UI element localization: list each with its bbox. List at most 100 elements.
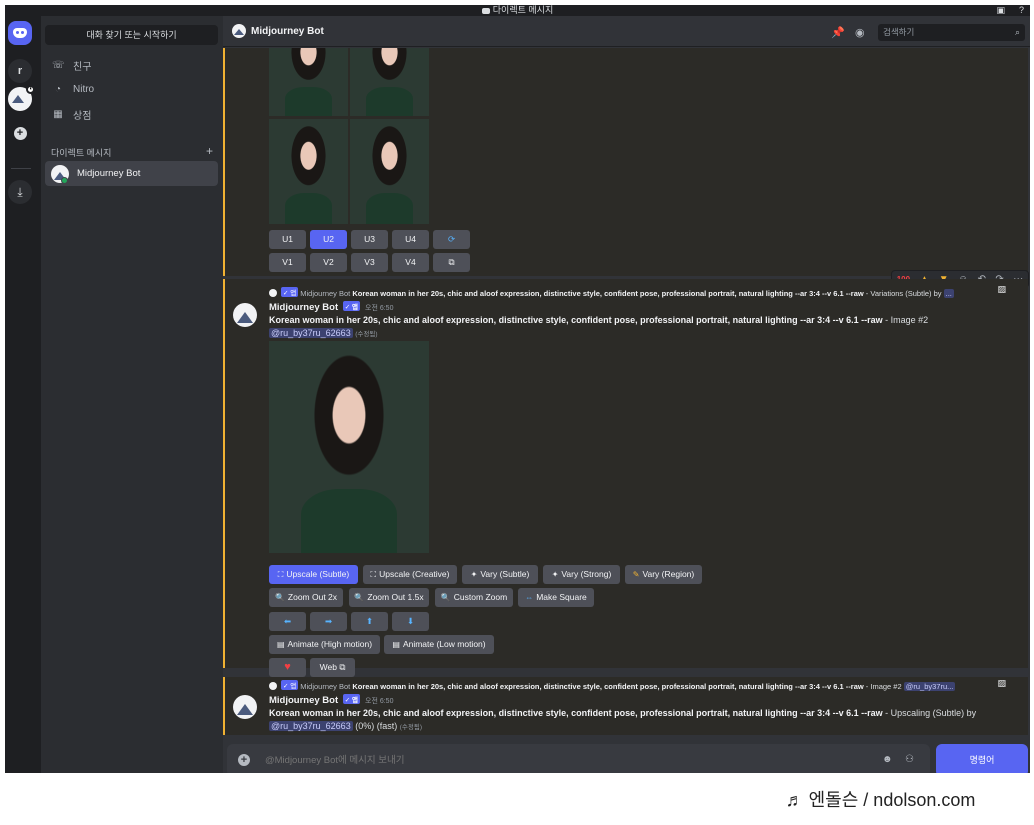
expand-icon: ⛶ bbox=[277, 570, 284, 579]
v4-button[interactable]: V4 bbox=[392, 253, 429, 272]
server-rail: r ◖ + ⤓ bbox=[5, 16, 41, 773]
message-composer: + ☻ ⚇ bbox=[227, 744, 930, 773]
magnifier-icon: 🔍 bbox=[274, 593, 285, 602]
author-avatar[interactable] bbox=[233, 695, 257, 719]
external-link-button[interactable]: ⧉ bbox=[433, 253, 470, 272]
left-right-arrow-icon: ⇔ bbox=[525, 593, 534, 602]
attach-plus-icon[interactable]: + bbox=[238, 754, 250, 766]
create-dm-plus-icon[interactable]: + bbox=[206, 144, 213, 158]
help-icon[interactable]: ? bbox=[1019, 5, 1024, 15]
pan-right-button[interactable]: ➡ bbox=[310, 612, 347, 631]
v3-button[interactable]: V3 bbox=[351, 253, 388, 272]
discord-window: 다이렉트 메시지 ▣? r ◖ + ⤓ 대화 찾기 또는 시작하기 ☏ 친구 ◔ N… bbox=[5, 5, 1030, 773]
vary-subtle-button[interactable]: ✦ Vary (Subtle) bbox=[462, 565, 538, 584]
custom-zoom-button[interactable]: 🔍 Custom Zoom bbox=[435, 588, 513, 607]
zoom-out-1-5x-button[interactable]: 🔍 Zoom Out 1.5x bbox=[349, 588, 429, 607]
window-title: 다이렉트 메시지 bbox=[492, 5, 554, 15]
nav-shop[interactable]: ▦ 상점 bbox=[45, 103, 218, 125]
magnifier-icon: 🔍 bbox=[440, 593, 451, 602]
magic-wand-icon: ✦ bbox=[470, 570, 478, 579]
discord-small-icon bbox=[481, 7, 490, 14]
download-apps-button[interactable]: ⤓ bbox=[8, 180, 32, 204]
reroll-button[interactable]: ⟳ bbox=[433, 230, 470, 249]
arrow-left-icon: ⬅ bbox=[283, 616, 292, 626]
pin-icon[interactable]: 📌 bbox=[831, 26, 845, 39]
v1-button[interactable]: V1 bbox=[269, 253, 306, 272]
favorite-button[interactable]: ♥ bbox=[269, 658, 306, 677]
friends-icon: ☏ bbox=[52, 59, 65, 71]
pan-up-button[interactable]: ⬆ bbox=[351, 612, 388, 631]
author-avatar[interactable] bbox=[233, 303, 257, 327]
grid-image-1[interactable] bbox=[269, 48, 348, 116]
arrow-up-icon: ⬆ bbox=[365, 616, 374, 626]
message-text: Korean woman in her 20s, chic and aloof … bbox=[269, 315, 929, 325]
vary-region-button[interactable]: ✎ Vary (Region) bbox=[625, 565, 702, 584]
ref-avatar bbox=[269, 682, 277, 690]
message-image-2: ✓ 앱 Midjourney Bot Korean woman in her 20… bbox=[223, 279, 1028, 677]
reply-reference[interactable]: ✓ 앱 Midjourney Bot Korean woman in her 20… bbox=[269, 287, 999, 298]
arrow-down-icon: ⬇ bbox=[406, 616, 415, 626]
dm-item-midjourney-bot[interactable]: Midjourney Bot bbox=[45, 161, 218, 186]
server-r[interactable]: r bbox=[8, 59, 32, 83]
channel-title: Midjourney Bot bbox=[251, 25, 324, 37]
dm-section-header: 다이렉트 메시지 + bbox=[51, 144, 213, 158]
animate-high-button[interactable]: ▤ Animate (High motion) bbox=[269, 635, 380, 654]
make-square-button[interactable]: ⇔ Make Square bbox=[518, 588, 594, 607]
u1-button[interactable]: U1 bbox=[269, 230, 306, 249]
upscaled-image[interactable] bbox=[269, 341, 429, 553]
online-status-icon bbox=[61, 177, 68, 184]
add-friend-icon[interactable]: ◉ bbox=[855, 26, 865, 39]
animate-low-button[interactable]: ▤ Animate (Low motion) bbox=[384, 635, 494, 654]
magnifier-icon: 🔍 bbox=[354, 593, 365, 602]
title-bar: 다이렉트 메시지 ▣? bbox=[5, 5, 1030, 16]
nav-nitro[interactable]: ◔ Nitro bbox=[45, 78, 218, 100]
commands-button[interactable]: 명령어 bbox=[936, 744, 1028, 773]
image-grid[interactable] bbox=[269, 48, 429, 224]
reply-reference[interactable]: ✓ 앱 Midjourney Bot Korean woman in her 20… bbox=[269, 680, 999, 691]
image-icon: ▨ bbox=[997, 284, 1006, 294]
inbox-icon[interactable]: ▣ bbox=[996, 5, 1005, 15]
heart-icon: ♥ bbox=[284, 661, 291, 673]
zoom-out-2x-button[interactable]: 🔍 Zoom Out 2x bbox=[269, 588, 343, 607]
shop-icon: ▦ bbox=[53, 108, 63, 120]
header-search-input[interactable]: 검색하기 ⌕ bbox=[878, 24, 1025, 41]
arrow-right-icon: ➡ bbox=[324, 616, 333, 626]
conversation-search-button[interactable]: 대화 찾기 또는 시작하기 bbox=[45, 25, 218, 45]
web-button[interactable]: Web ⧉ bbox=[310, 658, 355, 677]
mention-line: @ru_by37ru_62663 (0%) (fast) (수정됨) bbox=[269, 721, 422, 731]
u2-button[interactable]: U2 bbox=[310, 230, 347, 249]
author-line: Midjourney Bot ✓ 앱 오전 6:50 bbox=[269, 301, 394, 313]
dm-sidebar: 대화 찾기 또는 시작하기 ☏ 친구 ◔ Nitro ▦ 상점 다이렉트 메시지 + M… bbox=[41, 16, 223, 773]
chat-main: Midjourney Bot 📌 ◉ 검색하기 ⌕ U1 U2 U3 U4 ⟳ V… bbox=[223, 16, 1030, 773]
grid-image-2[interactable] bbox=[350, 48, 429, 116]
u3-button[interactable]: U3 bbox=[351, 230, 388, 249]
search-icon: ⌕ bbox=[1014, 27, 1020, 37]
home-button[interactable] bbox=[8, 21, 32, 45]
external-link-icon: ⧉ bbox=[448, 257, 455, 267]
watermark: ♬ 엔돌슨 / ndolson.com bbox=[731, 782, 1030, 818]
plus-icon: + bbox=[13, 126, 27, 140]
notification-badge: ◖ bbox=[26, 85, 35, 94]
grid-image-3[interactable] bbox=[269, 119, 348, 224]
refresh-icon: ⟳ bbox=[447, 234, 456, 244]
expand-icon: ⛶ bbox=[370, 570, 377, 579]
message-input[interactable] bbox=[265, 744, 825, 773]
download-icon: ⤓ bbox=[17, 184, 23, 199]
message-list[interactable]: U1 U2 U3 U4 ⟳ V1 V2 V3 V4 ⧉ 100 ▲ ▼ ☺ ↶ … bbox=[223, 48, 1030, 735]
pan-left-button[interactable]: ⬅ bbox=[269, 612, 306, 631]
v2-button[interactable]: V2 bbox=[310, 253, 347, 272]
add-server-button[interactable]: + bbox=[8, 121, 32, 145]
vary-strong-button[interactable]: ✦ Vary (Strong) bbox=[543, 565, 620, 584]
grid-image-4[interactable] bbox=[350, 119, 429, 224]
u4-button[interactable]: U4 bbox=[392, 230, 429, 249]
server-midjourney[interactable]: ◖ bbox=[8, 85, 35, 111]
message-text: Korean woman in her 20s, chic and aloof … bbox=[269, 708, 977, 718]
header-avatar bbox=[232, 24, 246, 38]
emoji-icon[interactable]: ☻ bbox=[882, 754, 893, 765]
pan-down-button[interactable]: ⬇ bbox=[392, 612, 429, 631]
gamepad-icon[interactable]: ⚇ bbox=[905, 754, 914, 765]
nav-friends[interactable]: ☏ 친구 bbox=[45, 54, 218, 76]
author-line: Midjourney Bot ✓ 앱 오전 6:50 bbox=[269, 694, 394, 706]
upscale-subtle-button[interactable]: ⛶ Upscale (Subtle) bbox=[269, 565, 358, 584]
upscale-creative-button[interactable]: ⛶ Upscale (Creative) bbox=[363, 565, 457, 584]
